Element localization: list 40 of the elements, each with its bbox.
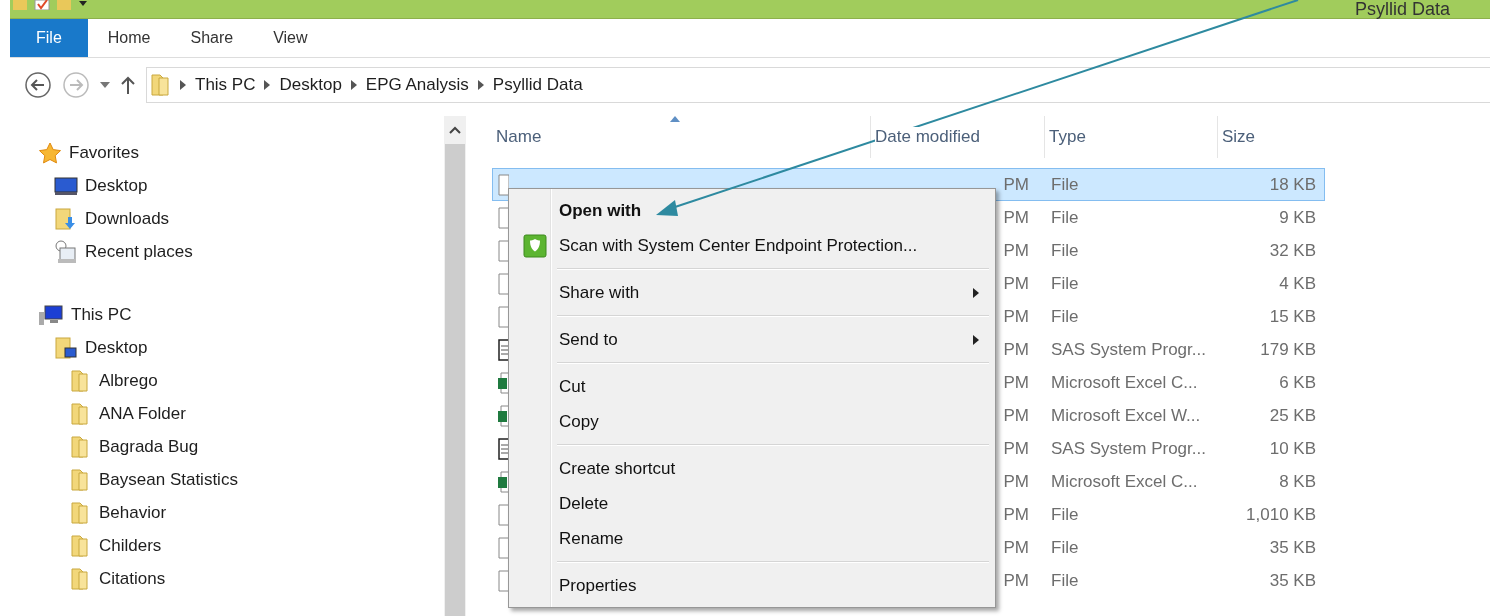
size-cell-text: 8 KB bbox=[1278, 471, 1317, 492]
date-cell: PM bbox=[1003, 570, 1029, 591]
type-cell-text: File bbox=[1050, 306, 1080, 327]
type-cell-text: File bbox=[1050, 174, 1080, 195]
type-cell-text: File bbox=[1050, 537, 1080, 558]
size-cell-text: 25 KB bbox=[1268, 405, 1317, 426]
type-cell-text: File bbox=[1050, 240, 1080, 261]
size-cell-text: 35 KB bbox=[1268, 537, 1317, 558]
type-cell-text: File bbox=[1050, 504, 1080, 525]
date-cell: PM bbox=[1003, 339, 1029, 360]
size-cell-text: 179 KB bbox=[1259, 339, 1317, 360]
type-cell-text: Microsoft Excel C... bbox=[1050, 471, 1199, 492]
date-cell: PM bbox=[1003, 306, 1029, 327]
date-cell: PM bbox=[1003, 537, 1029, 558]
date-cell: PM bbox=[1003, 372, 1029, 393]
size-cell-text: 4 KB bbox=[1278, 273, 1317, 294]
type-cell-text: File bbox=[1050, 273, 1080, 294]
size-cell-text: 18 KB bbox=[1268, 174, 1317, 195]
date-cell: PM bbox=[1003, 438, 1029, 459]
date-cell: PM bbox=[1003, 174, 1029, 195]
type-cell-text: File bbox=[1050, 207, 1080, 228]
type-cell-text: Microsoft Excel C... bbox=[1050, 372, 1199, 393]
date-cell: PM bbox=[1003, 273, 1029, 294]
size-cell-text: 1,010 KB bbox=[1245, 504, 1317, 525]
date-cell: PM bbox=[1003, 405, 1029, 426]
size-cell-text: 32 KB bbox=[1268, 240, 1317, 261]
type-cell-text: SAS System Progr... bbox=[1050, 438, 1207, 459]
size-cell-text: 6 KB bbox=[1278, 372, 1317, 393]
size-cell-text: 9 KB bbox=[1278, 207, 1317, 228]
type-cell-text: Microsoft Excel W... bbox=[1050, 405, 1202, 426]
type-cell-text: SAS System Progr... bbox=[1050, 339, 1207, 360]
size-cell-text: 35 KB bbox=[1268, 570, 1317, 591]
date-cell: PM bbox=[1003, 471, 1029, 492]
window-title: Psyllid Data bbox=[1354, 0, 1451, 18]
date-cell: PM bbox=[1003, 504, 1029, 525]
date-cell: PM bbox=[1003, 240, 1029, 261]
size-cell-text: 10 KB bbox=[1268, 438, 1317, 459]
date-cell: PM bbox=[1003, 207, 1029, 228]
type-cell-text: File bbox=[1050, 570, 1080, 591]
size-cell-text: 15 KB bbox=[1268, 306, 1317, 327]
